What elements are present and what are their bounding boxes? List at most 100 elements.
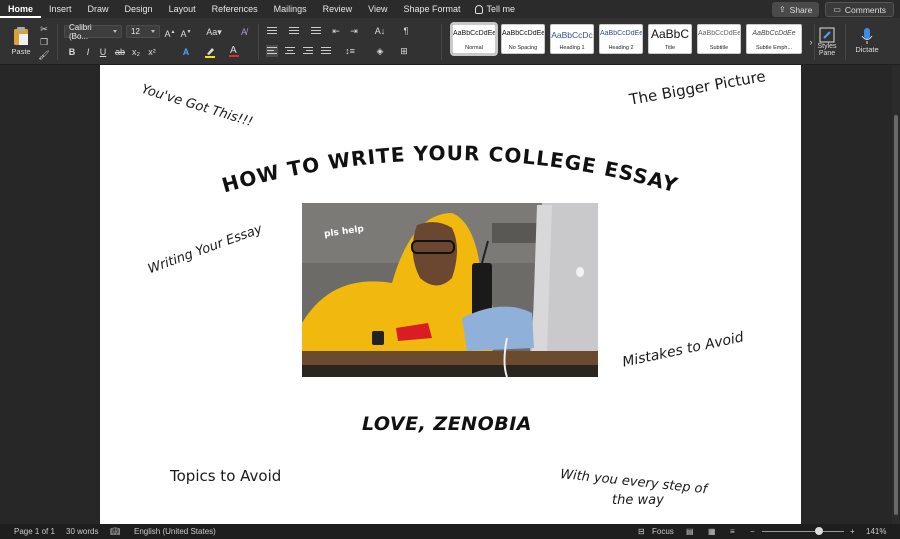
home-ribbon: Paste ✂ ❐ 🖌 Calibri (Bo... 12 A▲ A▼ Aa▾ … [0,18,900,65]
copy-icon[interactable]: ❐ [38,36,50,48]
outline-view-icon[interactable]: ≡ [730,527,735,536]
style-heading-2[interactable]: AaBbCcDdEe Heading 2 [599,24,643,54]
inserted-photo[interactable]: pls help [302,203,598,377]
vertical-scrollbar[interactable] [892,65,900,524]
style-preview: AaBbCcDdEe [698,30,740,37]
change-case-icon[interactable]: Aa▾ [204,26,224,38]
share-button[interactable]: ⇪ Share [771,2,820,17]
tell-me-search[interactable]: Tell me [469,0,522,18]
zoom-slider[interactable] [762,531,844,532]
style-subtle-emphasis[interactable]: AaBbCcDdEe Subtle Emph... [746,24,802,54]
tab-references[interactable]: References [204,0,266,18]
tab-design[interactable]: Design [117,0,161,18]
style-subtitle[interactable]: AaBbCcDdEe Subtitle [697,24,741,54]
underline-icon[interactable]: U [97,46,109,58]
format-painter-icon[interactable]: 🖌 [38,49,50,61]
clipboard-icon [14,27,28,45]
line-spacing-icon[interactable]: ↕≡ [344,45,356,57]
clear-formatting-icon[interactable]: A̸ [238,26,250,38]
styles-pane-button[interactable]: Styles Pane [816,22,838,62]
tab-review[interactable]: Review [315,0,361,18]
increase-indent-icon[interactable]: ⇥ [348,25,360,37]
style-preview: AaBbCcDdEe [600,30,642,37]
style-name: Subtle Emph... [755,45,793,51]
zoom-out-icon[interactable]: − [750,527,755,536]
signoff-text[interactable]: LOVE, ZENOBIA [362,413,532,435]
note-bigger-picture[interactable]: The Bigger Picture [628,67,767,109]
share-icon: ⇪ [778,5,786,14]
arched-title[interactable]: HOW TO WRITE YOUR COLLEGE ESSAY [170,125,730,215]
proofing-icon[interactable]: 📖︎ [110,527,120,536]
note-topics[interactable]: Topics to Avoid [170,467,281,485]
decrease-font-icon[interactable]: A▼ [180,26,192,39]
text-effects-icon[interactable]: A [180,46,192,58]
style-preview: AaBbCcDdEe [502,30,544,37]
dictate-button[interactable]: Dictate [850,22,884,58]
note-every-step-line-2[interactable]: the way [612,493,664,508]
subscript-icon[interactable]: x₂ [130,46,142,58]
sort-icon[interactable]: A↓ [374,25,386,37]
bullets-icon[interactable] [266,25,278,37]
comments-label: Comments [844,4,886,15]
align-left-icon[interactable] [266,45,278,57]
tab-mailings[interactable]: Mailings [266,0,315,18]
zoom-level[interactable]: 141% [866,527,886,536]
focus-icon[interactable]: ⊟ [638,527,645,536]
tab-home[interactable]: Home [0,0,42,18]
show-formatting-icon[interactable]: ¶ [400,25,412,37]
style-no-spacing[interactable]: AaBbCcDdEe No Spacing [501,24,545,54]
highlight-icon[interactable] [204,46,216,58]
web-layout-icon[interactable]: ▦ [708,527,716,536]
document-page[interactable]: You've Got This!!! The Bigger Picture Wr… [100,65,801,524]
zoom-in-icon[interactable]: + [850,527,855,536]
style-title[interactable]: AaBbC Title [648,24,692,54]
font-color-icon[interactable]: A [228,44,240,57]
focus-button[interactable]: Focus [652,527,674,536]
tab-draw[interactable]: Draw [80,0,117,18]
style-heading-1[interactable]: AaBbCcDc Heading 1 [550,24,594,54]
page-count[interactable]: Page 1 of 1 [14,527,55,536]
borders-icon[interactable]: ⊞ [398,45,410,57]
justify-icon[interactable] [320,45,332,57]
comment-icon: ▭ [833,5,841,14]
note-mistakes[interactable]: Mistakes to Avoid [621,329,745,370]
document-canvas[interactable]: You've Got This!!! The Bigger Picture Wr… [0,65,892,524]
microphone-icon [861,27,873,44]
cut-icon[interactable]: ✂ [38,23,50,35]
italic-icon[interactable]: I [82,46,94,58]
svg-text:A: A [230,45,237,56]
svg-text:HOW TO WRITE YOUR COLLEGE ESSA: HOW TO WRITE YOUR COLLEGE ESSAY [219,141,681,197]
tab-view[interactable]: View [360,0,395,18]
style-preview: AaBbCcDc [551,30,593,40]
align-right-icon[interactable] [302,45,314,57]
style-normal[interactable]: AaBbCcDdEe Normal [450,22,498,56]
tell-me-label: Tell me [486,4,516,14]
strikethrough-icon[interactable]: ab [114,46,126,58]
bold-icon[interactable]: B [66,46,78,58]
paste-button[interactable]: Paste [8,23,34,59]
title-text: HOW TO WRITE YOUR COLLEGE ESSAY [219,141,680,197]
language-indicator[interactable]: English (United States) [134,527,216,536]
word-window: Home Insert Draw Design Layout Reference… [0,0,900,539]
font-name-select[interactable]: Calibri (Bo... [64,23,122,41]
multilevel-list-icon[interactable] [310,25,322,37]
styles-pane-label: Styles [817,43,837,50]
shading-icon[interactable]: ◈ [374,45,386,57]
note-writing-essay[interactable]: Writing Your Essay [146,222,264,277]
tab-layout[interactable]: Layout [161,0,204,18]
align-center-icon[interactable] [284,45,296,57]
tab-shape-format[interactable]: Shape Format [396,0,469,18]
numbering-icon[interactable] [288,25,300,37]
tab-insert[interactable]: Insert [41,0,80,18]
zoom-slider-knob[interactable] [815,527,824,535]
superscript-icon[interactable]: x² [146,46,158,58]
scrollbar-thumb[interactable] [894,115,898,515]
print-layout-icon[interactable]: ▤ [686,527,694,536]
word-count[interactable]: 30 words [66,527,98,536]
decrease-indent-icon[interactable]: ⇤ [330,25,342,37]
comments-button[interactable]: ▭ Comments [825,2,894,17]
increase-font-icon[interactable]: A▲ [164,26,176,39]
note-youve-got-this[interactable]: You've Got This!!! [140,82,255,130]
font-size-select[interactable]: 12 [126,25,160,38]
style-preview: AaBbCcDdEe [752,30,796,37]
